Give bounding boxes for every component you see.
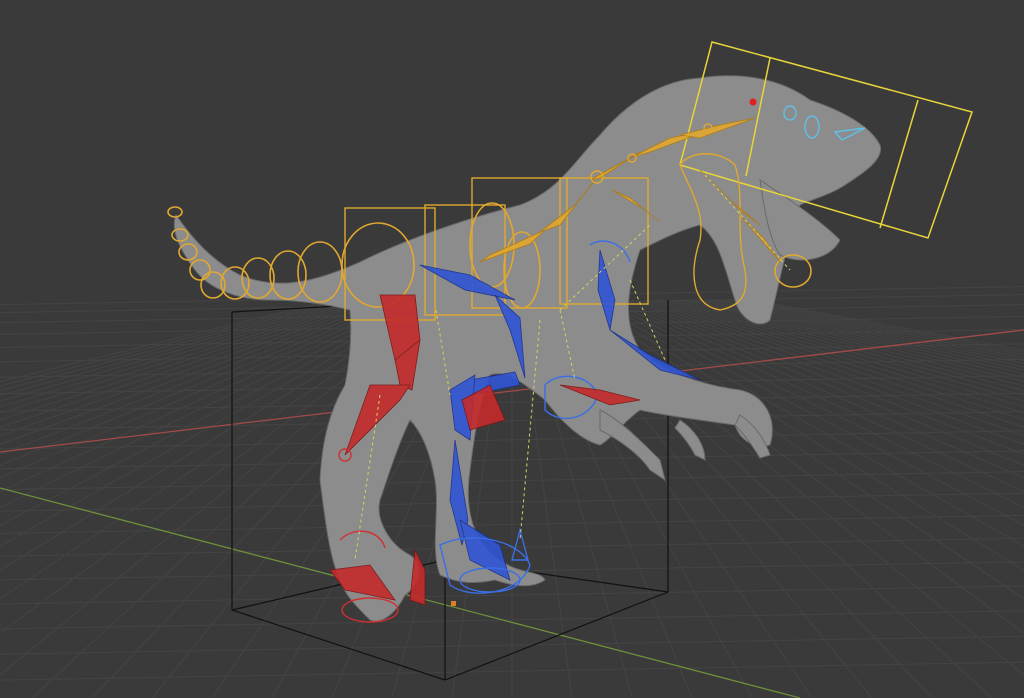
3d-viewport[interactable] [0, 0, 1024, 698]
viewport-canvas[interactable] [0, 0, 1024, 698]
head-target-dot[interactable] [749, 98, 757, 106]
origin-marker[interactable] [451, 601, 456, 606]
